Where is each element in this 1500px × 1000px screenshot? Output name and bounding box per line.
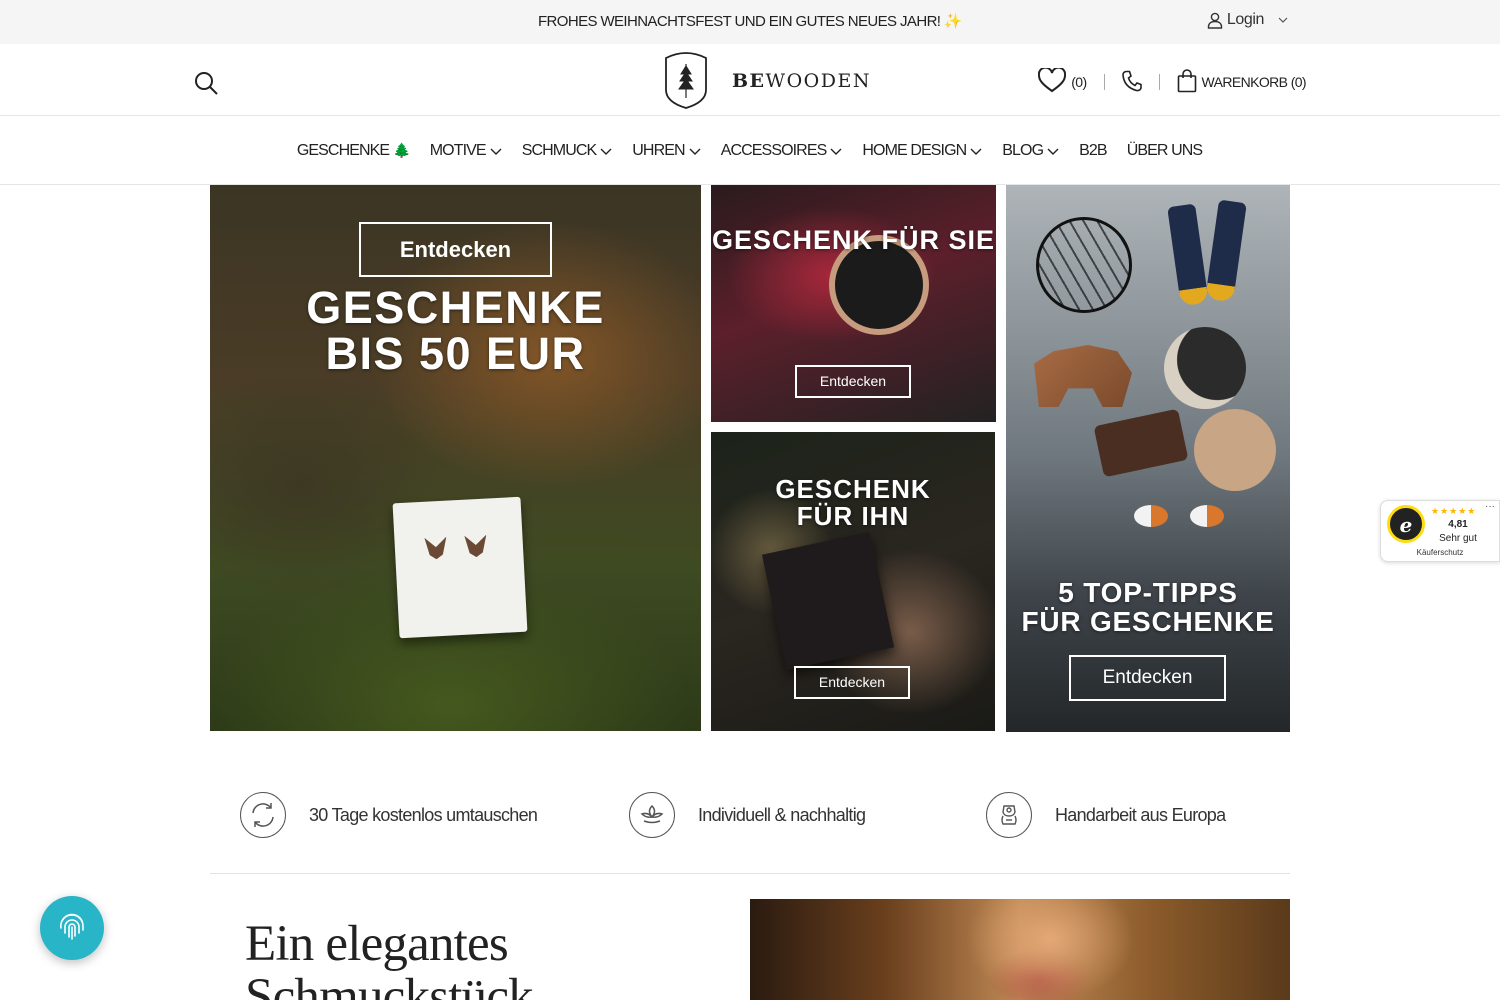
gift-box-image [761,531,895,671]
nav-item-blog[interactable]: BLOG [1002,142,1059,160]
divider [1158,74,1160,90]
usp-text: 30 Tage kostenlos umtauschen [309,804,538,825]
nav-item-label: UHREN [632,141,685,159]
banner-title: GESCHENKE BIS 50 EUR [306,282,605,379]
usp-text: Handarbeit aus Europa [1055,804,1226,825]
buyer-protection-label: Käuferschutz [1416,548,1464,557]
fingerprint-icon [55,909,89,948]
nav-item-label: GESCHENKE [296,141,390,159]
exchange-cycle-icon [240,792,286,838]
chevron-down-icon [490,142,502,160]
banner-gifts-under-50[interactable]: Entdecken GESCHENKE BIS 50 EUR [210,185,701,731]
model-portrait-image [750,899,1290,1000]
section-divider [210,873,1290,874]
sock-image [1205,199,1247,303]
banner-title: GESCHENK FÜR IHN [775,474,931,531]
brand-wordmark: BEWOODEN [732,69,871,92]
robin-image [1134,505,1168,527]
nav-item-home-design[interactable]: HOME DESIGN [862,142,982,160]
main-navigation: GESCHENKE 🌲 MOTIVE SCHMUCK UHREN ACCESSOIRES H… [0,117,1500,185]
discover-button[interactable]: Entdecken [795,365,911,398]
chevron-down-icon [1278,17,1288,23]
banner-title: 5 TOP-TIPPS FÜR GESCHENKE [1021,577,1275,637]
tree-icon: 🌲 [393,142,410,158]
login-dropdown[interactable]: Login [1207,11,1288,29]
handmade-icon [986,792,1032,838]
site-header: BEWOODEN (0) WARENKORB (0) [0,44,1500,116]
nav-item-accessoires[interactable]: ACCESSOIRES [721,142,843,160]
more-icon[interactable]: ··· [1485,501,1495,512]
rating-text: Sehr gut [1439,533,1477,544]
login-label: Login [1226,11,1265,28]
nav-item-motive[interactable]: MOTIVE [430,142,502,160]
nav-item-label: ACCESSOIRES [720,141,828,159]
discover-button[interactable]: Entdecken [359,222,552,277]
phone-icon [1121,70,1142,95]
discover-button[interactable]: Entdecken [1069,655,1226,701]
bird-plate-image [1194,409,1276,491]
phone-button[interactable] [1121,70,1142,95]
chevron-down-icon [600,142,612,160]
nav-item-label: ÜBER UNS [1126,141,1203,159]
banner-top-tips[interactable]: 5 TOP-TIPPS FÜR GESCHENKE Entdecken [1006,185,1290,732]
sock-image [1167,203,1209,307]
wishlist-button[interactable]: (0) [1038,66,1087,96]
earring-box-image [392,496,528,639]
banner-gift-for-him[interactable]: GESCHENK FÜR IHN Entdecken [711,432,995,731]
cart-button[interactable]: WARENKORB (0) [1177,68,1307,96]
nav-item-b2b[interactable]: B2B [1079,142,1107,160]
nav-item-label: BLOG [1002,141,1044,159]
trusted-shops-seal-icon: e [1387,505,1425,543]
rating-stars: ★★★★★ [1431,506,1477,516]
wooden-bear-image [1034,345,1132,407]
leaf-icon [629,792,675,838]
search-icon[interactable] [193,70,219,96]
user-icon [1207,12,1223,29]
wishlist-count: (0) [1071,74,1087,90]
cart-label: WARENKORB (0) [1201,74,1307,90]
header-actions: (0) WARENKORB (0) [1038,66,1307,96]
heart-icon [1038,66,1067,96]
banner-title: GESCHENK FÜR SIE [711,225,996,255]
usp-exchange: 30 Tage kostenlos umtauschen [240,792,538,838]
divider [1103,74,1105,90]
brand-logo[interactable]: BEWOODEN [662,50,871,115]
section-headline: Ein elegantes Schmuckstück [245,916,534,1000]
chevron-down-icon [830,142,842,160]
chat-fab-button[interactable] [40,896,104,960]
nav-item-über-uns[interactable]: ÜBER UNS [1126,141,1203,160]
moon-decor-image [1164,327,1246,409]
nav-item-label: MOTIVE [429,141,487,159]
nav-item-label: HOME DESIGN [862,141,967,159]
robin-image [1190,505,1224,527]
wall-clock-image [1036,217,1132,313]
nav-item-label: B2B [1079,141,1107,159]
nav-item-label: SCHMUCK [521,141,597,159]
nav-item-schmuck[interactable]: SCHMUCK [522,142,613,160]
usp-handmade: Handarbeit aus Europa [986,792,1226,838]
discover-button[interactable]: Entdecken [794,666,910,699]
shopping-bag-icon [1177,68,1197,96]
chevron-down-icon [1047,142,1059,160]
chevron-down-icon [970,142,982,160]
banner-gift-for-her[interactable]: GESCHENK FÜR SIE Entdecken [711,185,996,422]
nav-item-uhren[interactable]: UHREN [632,141,701,160]
nav-item-geschenke[interactable]: GESCHENKE 🌲 [296,141,411,160]
announcement-bar: FROHES WEIHNACHTSFEST UND EIN GUTES NEUE… [0,0,1500,44]
usp-sustainable: Individuell & nachhaltig [629,792,866,838]
leather-notebook-image [1093,408,1189,478]
usp-text: Individuell & nachhaltig [698,804,866,825]
shield-tree-logo-icon [662,50,710,115]
rating-score: 4,81 [1448,519,1468,530]
trusted-shops-badge[interactable]: e ★★★★★ 4,81 Sehr gut Käuferschutz ··· [1380,500,1500,562]
chevron-down-icon [689,142,701,160]
